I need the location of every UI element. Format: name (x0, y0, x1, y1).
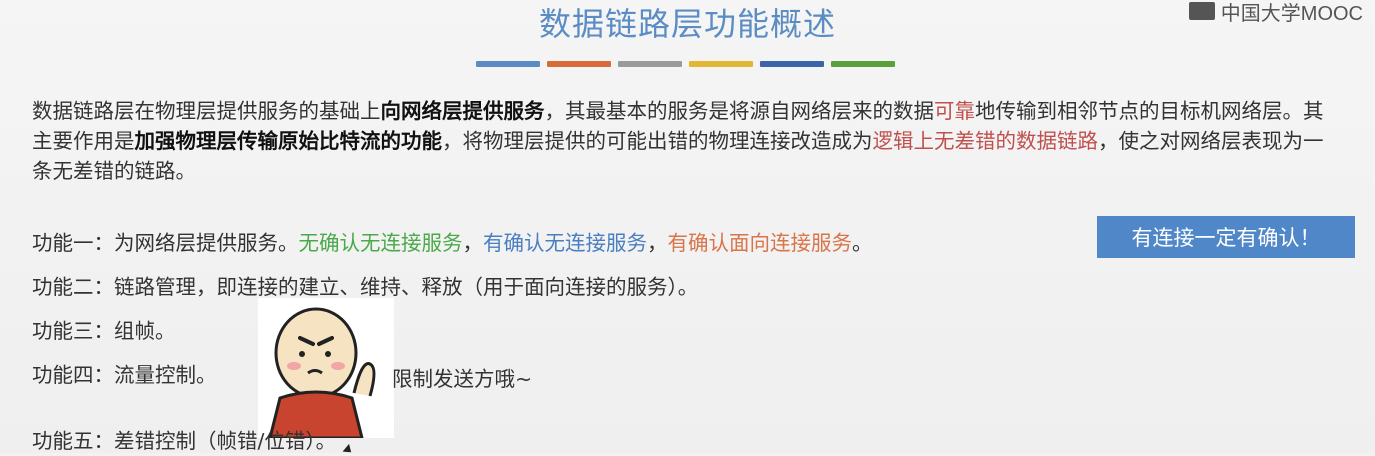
callout-box: 有连接一定有确认！ (1097, 216, 1355, 258)
mooc-logo-text: 中国大学MOOC (1220, 2, 1363, 25)
intro-paragraph: 数据链路层在物理层提供服务的基础上向网络层提供服务，其最基本的服务是将源自网络层… (32, 96, 1342, 186)
service-unack-connectionless: 无确认无连接服务 (298, 231, 463, 255)
service-ack-connectionless: 有确认无连接服务 (483, 231, 647, 255)
function-1-prefix: 功能一：为网络层提供服务。 (32, 231, 299, 255)
intro-text-2: ，其最基本的服务是将源自网络层来的数据 (544, 99, 935, 123)
color-bar-2 (547, 61, 611, 67)
color-bar-4 (689, 61, 753, 67)
mooc-logo: 中国大学MOOC (1188, 0, 1363, 25)
function-1-end: 。 (852, 231, 873, 255)
function-3: 功能三：组帧。 (32, 319, 176, 343)
intro-text-4: ，将物理层提供的可能出错的物理连接改造成为 (442, 129, 873, 153)
function-5: 功能五：差错控制（帧错/位错）。 (32, 429, 337, 453)
function-2: 功能二：链路管理，即连接的建立、维持、释放（用于面向连接的服务）。 (32, 275, 699, 299)
service-ack-connection-oriented: 有确认面向连接服务 (667, 231, 853, 255)
color-bar-6 (831, 61, 895, 67)
slide: 数据链路层功能概述 中国大学MOOC 数据链路层在物理层提供服务的基础上向网络层… (0, 0, 1375, 456)
intro-highlight-reliable: 可靠 (934, 99, 975, 123)
color-bar-5 (760, 61, 824, 67)
sticker-caption: 限制发送方哦~ (392, 367, 533, 391)
slide-title: 数据链路层功能概述 (538, 5, 836, 43)
cartoon-sticker (258, 298, 394, 440)
function-1: 功能一：为网络层提供服务。无确认无连接服务，有确认无连接服务，有确认面向连接服务… (32, 226, 873, 256)
color-bar-1 (476, 61, 540, 67)
cartoon-character-icon (268, 307, 376, 440)
color-bar-3 (618, 61, 682, 67)
mooc-logo-icon (1188, 2, 1215, 20)
intro-emphasis-2: 加强物理层传输原始比特流的功能 (134, 129, 443, 153)
mouse-cursor-icon (342, 443, 355, 456)
intro-emphasis-1: 向网络层提供服务 (380, 99, 545, 123)
function-4: 功能四：流量控制。 (32, 363, 217, 387)
title-color-bars (476, 61, 895, 67)
function-1-sep-1: ， (462, 231, 484, 255)
intro-text-1: 数据链路层在物理层提供服务的基础上 (32, 99, 381, 123)
function-1-sep-2: ， (647, 231, 668, 255)
intro-highlight-logical: 逻辑上无差错的数据链路 (872, 129, 1099, 153)
